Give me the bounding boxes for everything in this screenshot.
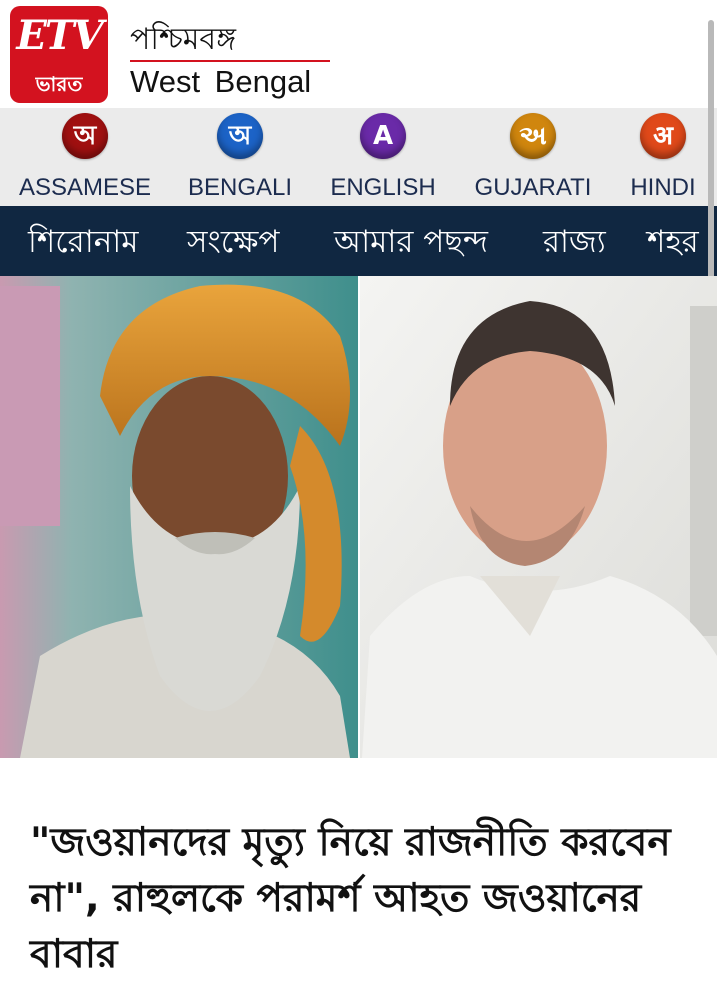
category-nav: শিরোনাম সংক্ষেপ আমার পছন্দ রাজ্য শহর: [0, 206, 717, 276]
category-city[interactable]: শহর: [647, 218, 699, 270]
language-hindi[interactable]: अ HINDI: [622, 108, 704, 206]
region-name-english[interactable]: West Bengal: [130, 64, 311, 100]
category-state[interactable]: রাজ্য: [543, 218, 606, 270]
region-name-bengali: পশ্চিমবঙ্গ: [130, 22, 236, 57]
logo-etv-text: ETV: [16, 12, 103, 59]
gujarati-icon: અ: [510, 113, 556, 159]
region-divider: [130, 60, 330, 62]
language-bengali[interactable]: অ BENGALI: [175, 108, 305, 206]
logo-bharat-text: ভারত: [35, 72, 83, 96]
hindi-icon: अ: [640, 113, 686, 159]
hero-photo: [0, 276, 717, 758]
top-header: ETV ভারত পশ্চিমবঙ্গ West Bengal: [0, 0, 717, 108]
assamese-icon: অ: [62, 113, 108, 159]
category-headlines[interactable]: শিরোনাম: [28, 218, 138, 270]
language-label: GUJARATI: [474, 174, 592, 201]
language-label: ENGLISH: [330, 174, 436, 201]
language-label: BENGALI: [187, 174, 293, 201]
language-gujarati[interactable]: અ GUJARATI: [463, 108, 603, 206]
language-bar: অ ASSAMESE অ BENGALI A ENGLISH અ GUJARAT…: [0, 108, 717, 206]
article-headline[interactable]: "জওয়ানদের মৃত্যু নিয়ে রাজনীতি করবেন না…: [30, 815, 690, 983]
etv-bharat-logo[interactable]: ETV ভারত: [10, 6, 108, 103]
language-english[interactable]: A ENGLISH: [318, 108, 448, 206]
article-hero-image[interactable]: [0, 276, 717, 758]
language-label: ASSAMESE: [18, 174, 152, 201]
language-assamese[interactable]: অ ASSAMESE: [10, 108, 160, 206]
english-icon: A: [360, 113, 406, 159]
bengali-icon: অ: [217, 113, 263, 159]
language-label: HINDI: [630, 174, 696, 201]
category-my-choice[interactable]: আমার পছন্দ: [334, 218, 488, 270]
category-summary[interactable]: সংক্ষেপ: [187, 218, 279, 270]
scrollbar[interactable]: [708, 20, 714, 282]
